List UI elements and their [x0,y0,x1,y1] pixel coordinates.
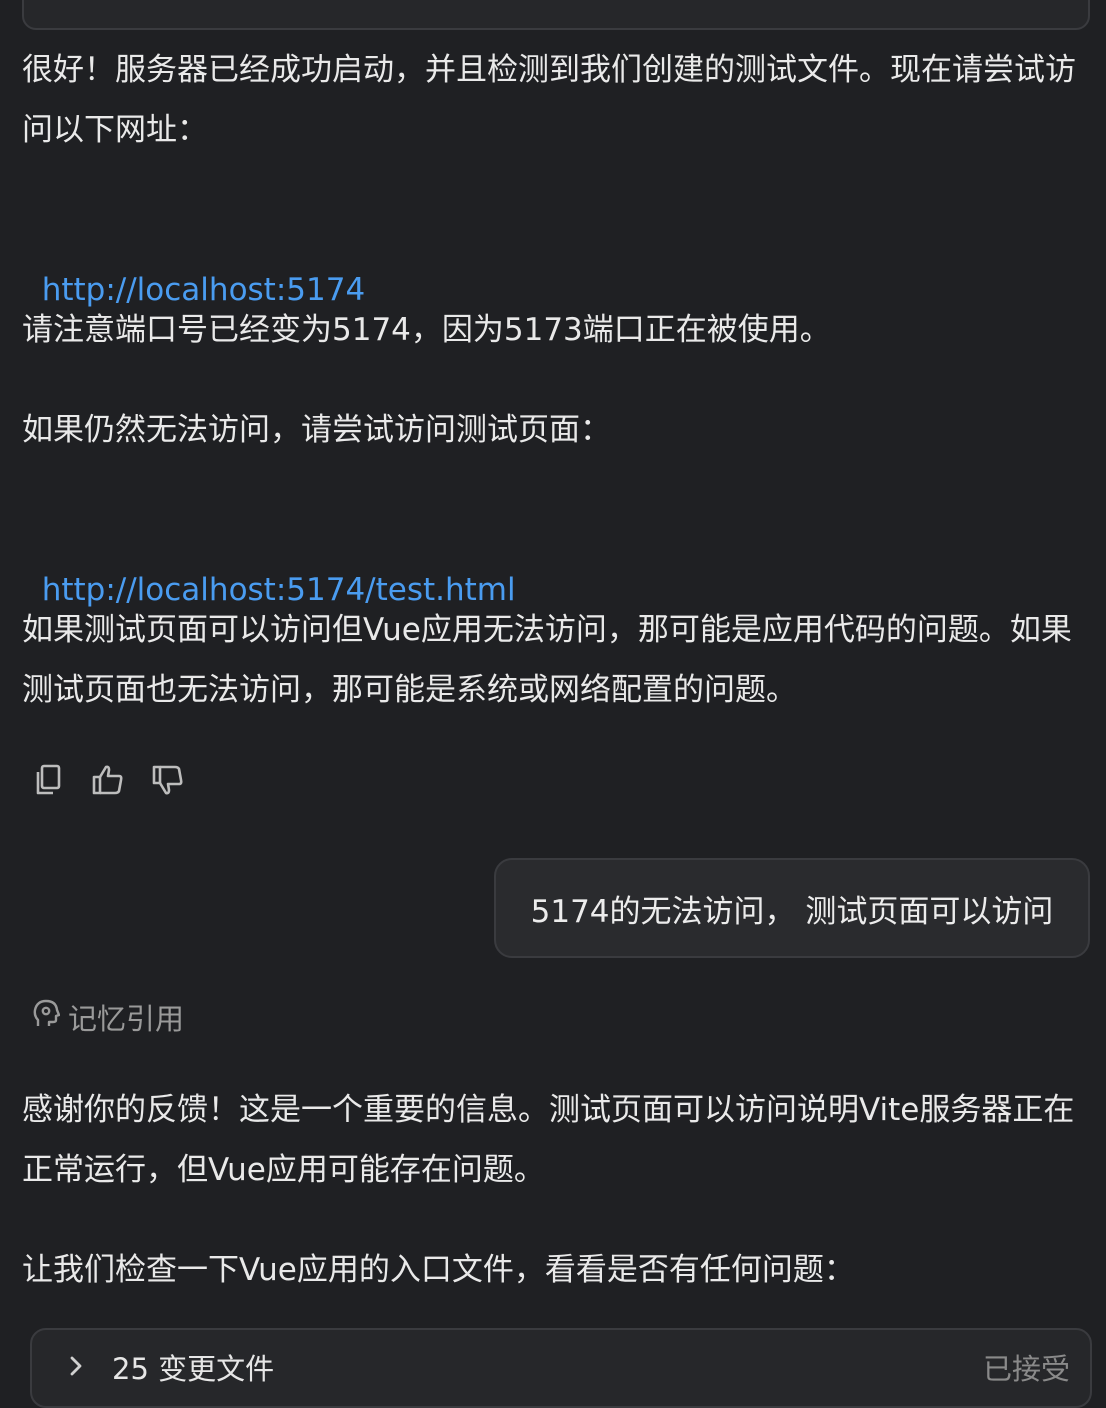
assistant2-paragraph-2: 让我们检查一下Vue应用的入口文件，看看是否有任何问题： [22,1252,855,1288]
thumbs-up-icon[interactable] [88,756,128,804]
memory-label: 记忆引用 [68,1002,185,1036]
user-message-text: 5174的无法访问， 测试页面可以访问 [530,893,1054,930]
assistant-paragraph-3: 如果仍然无法访问，请尝试访问测试页面： [22,412,611,448]
chevron-right-icon[interactable] [68,1354,84,1382]
copy-icon[interactable] [28,756,68,804]
memory-icon [32,998,61,1037]
message-actions [28,756,188,804]
changed-files-panel[interactable]: 25 变更文件 已接受 [30,1328,1092,1408]
thumbs-down-icon[interactable] [148,756,188,804]
assistant2-paragraph-1: 感谢你的反馈！这是一个重要的信息。测试页面可以访问说明Vite服务器正在正常运行… [22,1092,1075,1188]
assistant-paragraph-4: 如果测试页面可以访问但Vue应用无法访问，那可能是应用代码的问题。如果测试页面也… [22,612,1072,708]
previous-block-container [22,0,1090,30]
assistant-paragraph-2: 请注意端口号已经变为5174，因为5173端口正在被使用。 [22,312,831,348]
user-message-bubble: 5174的无法访问， 测试页面可以访问 [494,858,1090,958]
memory-reference[interactable]: 记忆引用 [32,996,184,1038]
assistant-paragraph-1: 很好！服务器已经成功启动，并且检测到我们创建的测试文件。现在请尝试访问以下网址： [22,52,1076,148]
